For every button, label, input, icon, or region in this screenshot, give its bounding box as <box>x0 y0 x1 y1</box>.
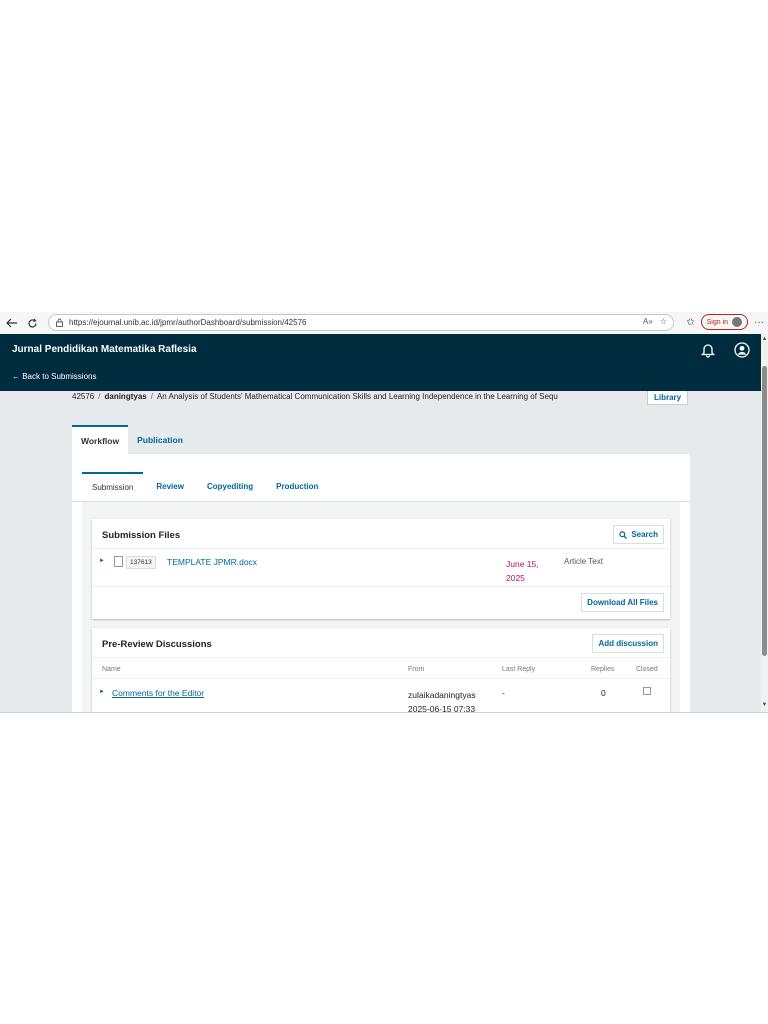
favorite-star-icon[interactable]: ☆ <box>660 317 667 326</box>
sign-in-label: Sign in <box>706 318 728 326</box>
discussions-grid: Pre-Review Discussions Add discussion Na… <box>92 628 670 713</box>
scroll-up-icon[interactable]: ▲ <box>761 336 768 342</box>
breadcrumb-author: daningtyas <box>104 392 147 401</box>
discussions-header: Pre-Review Discussions Add discussion <box>92 628 670 658</box>
refresh-icon[interactable] <box>24 315 40 331</box>
page-body: 42576/daningtyas / An Analysis of Students… <box>0 391 761 713</box>
discussion-from: zulaikadaningtyas 2025-06-15 07:33 <box>408 688 476 713</box>
tab-production[interactable]: Production <box>266 472 328 501</box>
breadcrumb: 42576/daningtyas / An Analysis of Students… <box>72 392 558 401</box>
add-discussion-button[interactable]: Add discussion <box>592 634 664 653</box>
library-button[interactable]: Library <box>647 391 689 405</box>
search-label: Search <box>631 530 658 539</box>
file-date: June 15, 2025 <box>506 559 539 583</box>
back-arrow-icon[interactable] <box>4 315 20 331</box>
favorites-icon[interactable]: ✩ <box>686 317 694 328</box>
discussion-from-user: zulaikadaningtyas <box>408 690 476 700</box>
read-aloud-icon[interactable]: A» <box>643 317 653 326</box>
file-name-link[interactable]: TEMPLATE JPMR.docx <box>167 557 257 567</box>
browser-toolbar: https://ejournal.unib.ac.id/jpmr/authorD… <box>0 312 768 334</box>
site-title[interactable]: Jurnal Pendidikan Matematika Raflesia <box>12 344 197 355</box>
workflow-panel: Submission Review Copyediting Production… <box>72 454 690 713</box>
discussions-title: Pre-Review Discussions <box>102 639 212 650</box>
search-icon <box>619 530 628 539</box>
discussion-replies-count: 0 <box>601 688 606 698</box>
expand-triangle-icon[interactable]: ► <box>99 558 105 564</box>
lock-icon <box>55 318 64 327</box>
submission-files-footer: Download All Files <box>92 587 670 619</box>
discussion-from-date: 2025-06-15 07:33 <box>408 704 476 713</box>
search-button[interactable]: Search <box>613 525 664 544</box>
discussion-last-reply: - <box>502 688 505 698</box>
screenshot-area: https://ejournal.unib.ac.id/jpmr/authorD… <box>0 312 768 713</box>
column-closed: Closed <box>636 666 658 673</box>
column-replies: Replies <box>591 666 615 673</box>
page-scrollbar[interactable]: ▲ ▼ <box>761 334 768 712</box>
tab-publication[interactable]: Publication <box>128 425 192 454</box>
file-id-badge: 137613 <box>126 556 156 569</box>
discussion-name-link[interactable]: Comments for the Editor <box>112 688 204 698</box>
file-row: ► 137613 TEMPLATE JPMR.docx June 15, 202… <box>92 549 670 587</box>
document-icon <box>114 556 123 567</box>
discussion-closed-checkbox[interactable] <box>643 687 651 695</box>
url-text: https://ejournal.unib.ac.id/jpmr/authorD… <box>69 318 307 327</box>
column-last-reply: Last Reply <box>502 666 536 673</box>
breadcrumb-id: 42576 <box>72 392 95 401</box>
notifications-bell-icon[interactable] <box>700 342 716 358</box>
stage-tabs: Submission Review Copyediting Production <box>82 472 331 501</box>
tab-workflow[interactable]: Workflow <box>72 425 129 454</box>
scrollbar-thumb[interactable] <box>762 366 767 656</box>
submission-files-grid: Submission Files Search ► 137613 TEMPLAT… <box>92 519 670 619</box>
breadcrumb-title: An Analysis of Students' Mathematical Co… <box>156 392 558 401</box>
discussion-row: ► Comments for the Editor zulaikadaningt… <box>92 678 670 713</box>
submission-files-header: Submission Files Search <box>92 519 670 549</box>
tab-copyediting[interactable]: Copyediting <box>197 472 263 501</box>
sign-in-button[interactable]: Sign in <box>700 314 748 330</box>
app-header: Jurnal Pendidikan Matematika Raflesia ← … <box>0 334 762 391</box>
column-from: From <box>408 666 425 673</box>
download-all-files-button[interactable]: Download All Files <box>581 593 664 612</box>
tab-review[interactable]: Review <box>146 472 194 501</box>
tab-submission[interactable]: Submission <box>82 472 144 501</box>
back-to-submissions-link[interactable]: ← Back to Submissions <box>12 372 96 381</box>
scroll-down-icon[interactable]: ▼ <box>761 702 768 708</box>
main-tabs: Workflow Publication <box>72 425 192 454</box>
submission-files-title: Submission Files <box>102 530 181 541</box>
column-name: Name <box>102 666 121 673</box>
submission-stage-content: Submission Files Search ► 137613 TEMPLAT… <box>82 502 680 713</box>
more-options-icon[interactable]: ··· <box>754 317 764 328</box>
profile-avatar-icon <box>732 317 742 327</box>
user-account-icon[interactable] <box>734 342 750 358</box>
expand-triangle-icon[interactable]: ► <box>99 689 105 695</box>
address-bar[interactable]: https://ejournal.unib.ac.id/jpmr/authorD… <box>48 314 674 331</box>
file-type: Article Text <box>564 557 603 566</box>
